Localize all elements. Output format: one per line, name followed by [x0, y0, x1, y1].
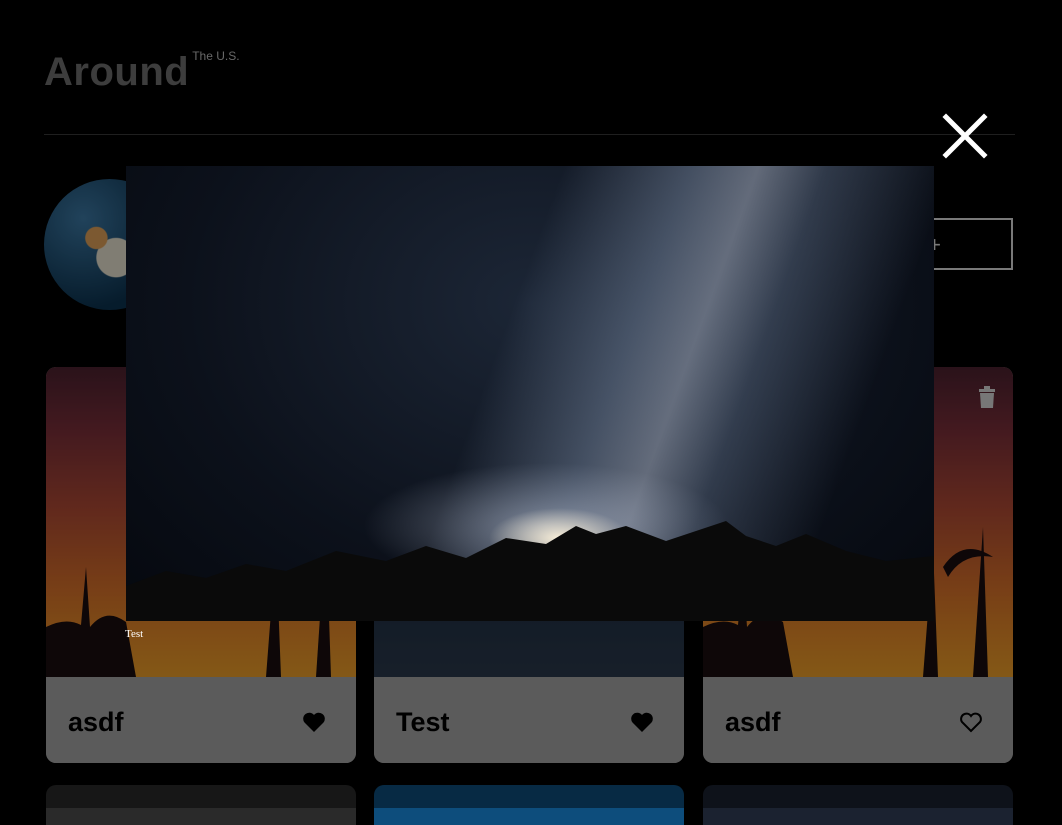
close-icon[interactable]	[942, 113, 988, 159]
popup-caption: Test	[125, 628, 144, 640]
popup-image	[126, 166, 934, 621]
mountain-silhouette	[126, 521, 934, 621]
